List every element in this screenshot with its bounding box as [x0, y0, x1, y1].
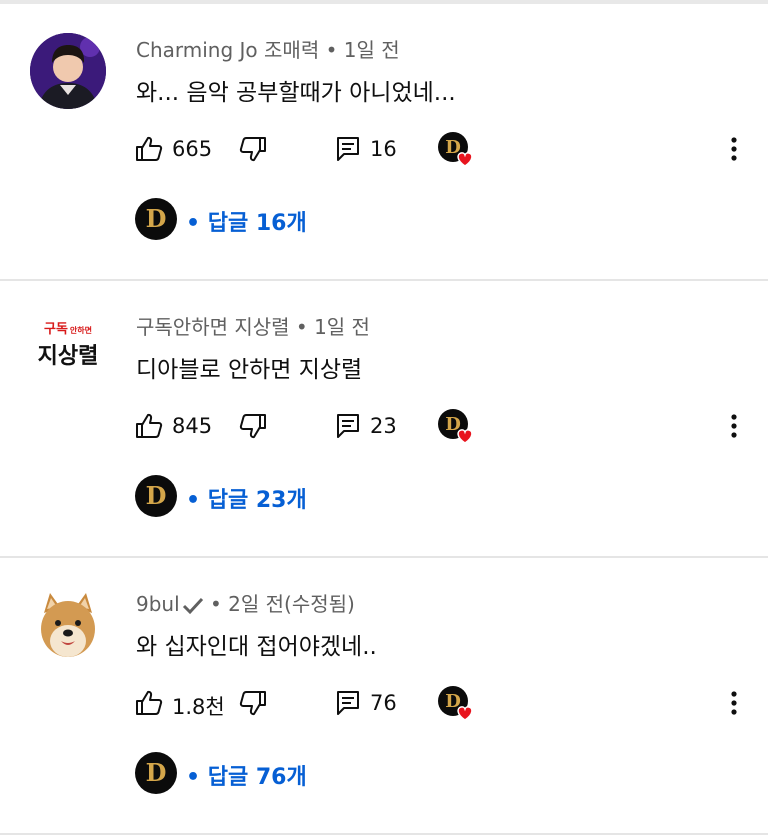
more-options-icon[interactable] — [720, 411, 748, 441]
replies-link[interactable]: • 답글 16개 — [186, 205, 307, 237]
reply-count: 23 — [370, 414, 397, 438]
comment-item: 9bul • 2일 전(수정됨) 와 십자인대 접어야겠네.. 1.8천 76 … — [0, 558, 768, 835]
replies-link[interactable]: • 답글 23개 — [186, 482, 307, 514]
creator-heart-icon: D — [436, 407, 476, 447]
like-count: 665 — [172, 137, 213, 161]
dislike-icon[interactable] — [238, 411, 268, 441]
avatar[interactable]: 구독 안하면 지상렬 — [30, 310, 106, 386]
comment-actions: 845 23 D — [0, 401, 768, 451]
replies-label[interactable]: 답글 16개 — [208, 211, 307, 236]
avatar[interactable] — [30, 587, 106, 663]
reply-count: 16 — [370, 137, 397, 161]
reply-icon[interactable] — [335, 412, 361, 440]
separator-dot: • — [210, 592, 222, 616]
creator-heart-icon: D — [436, 130, 476, 170]
comment-time[interactable]: 1일 전 — [344, 38, 400, 62]
like-icon[interactable] — [134, 688, 164, 718]
comment-meta: 구독안하면 지상렬 • 1일 전 — [136, 311, 370, 340]
comment-meta: Charming Jo 조매력 • 1일 전 — [136, 34, 400, 63]
like-icon[interactable] — [134, 134, 164, 164]
comment-text: 와... 음악 공부할때가 아니었네... — [136, 80, 456, 106]
separator-dot: • — [295, 315, 308, 339]
comment-meta: 9bul • 2일 전(수정됨) — [136, 588, 355, 617]
like-icon[interactable] — [134, 411, 164, 441]
like-count: 1.8천 — [172, 695, 225, 719]
svg-text:D: D — [146, 758, 167, 787]
more-options-icon[interactable] — [720, 134, 748, 164]
separator-dot: • — [186, 488, 201, 513]
replies-link[interactable]: • 답글 76개 — [186, 759, 307, 791]
comment-item: Charming Jo 조매력 • 1일 전 와... 음악 공부할때가 아니었… — [0, 4, 768, 281]
channel-avatar: D — [134, 474, 178, 518]
svg-text:D: D — [146, 204, 167, 233]
author-name[interactable]: 9bul — [136, 592, 180, 616]
channel-avatar: D — [134, 197, 178, 241]
replies-label[interactable]: 답글 76개 — [208, 765, 307, 790]
avatar-title: 지상렬 — [37, 343, 99, 369]
verified-check-icon — [182, 597, 204, 615]
comment-divider — [0, 833, 768, 835]
author-name[interactable]: 구독안하면 지상렬 — [136, 315, 290, 339]
creator-heart-icon: D — [436, 684, 476, 724]
comment-text: 와 십자인대 접어야겠네.. — [136, 634, 377, 660]
svg-text:D: D — [146, 481, 167, 510]
reply-icon[interactable] — [335, 135, 361, 163]
reply-icon[interactable] — [335, 689, 361, 717]
comment-actions: 665 16 D — [0, 124, 768, 174]
dislike-icon[interactable] — [238, 688, 268, 718]
avatar[interactable] — [30, 33, 106, 109]
author-name[interactable]: Charming Jo 조매력 — [136, 38, 319, 62]
replies-label[interactable]: 답글 23개 — [208, 488, 307, 513]
channel-avatar: D — [134, 751, 178, 795]
like-count: 845 — [172, 414, 213, 438]
comment-time[interactable]: 1일 전 — [314, 315, 370, 339]
dislike-icon[interactable] — [238, 134, 268, 164]
separator-dot: • — [186, 211, 201, 236]
comment-actions: 1.8천 76 D — [0, 678, 768, 728]
comment-time[interactable]: 2일 전(수정됨) — [228, 592, 355, 616]
separator-dot: • — [186, 765, 201, 790]
separator-dot: • — [325, 38, 338, 62]
more-options-icon[interactable] — [720, 688, 748, 718]
avatar-caption: 구독 안하면 — [43, 322, 92, 337]
comment-text: 디아블로 안하면 지상렬 — [136, 357, 363, 383]
reply-count: 76 — [370, 691, 397, 715]
comment-item: 구독 안하면 지상렬 구독안하면 지상렬 • 1일 전 디아블로 안하면 지상렬 … — [0, 281, 768, 558]
